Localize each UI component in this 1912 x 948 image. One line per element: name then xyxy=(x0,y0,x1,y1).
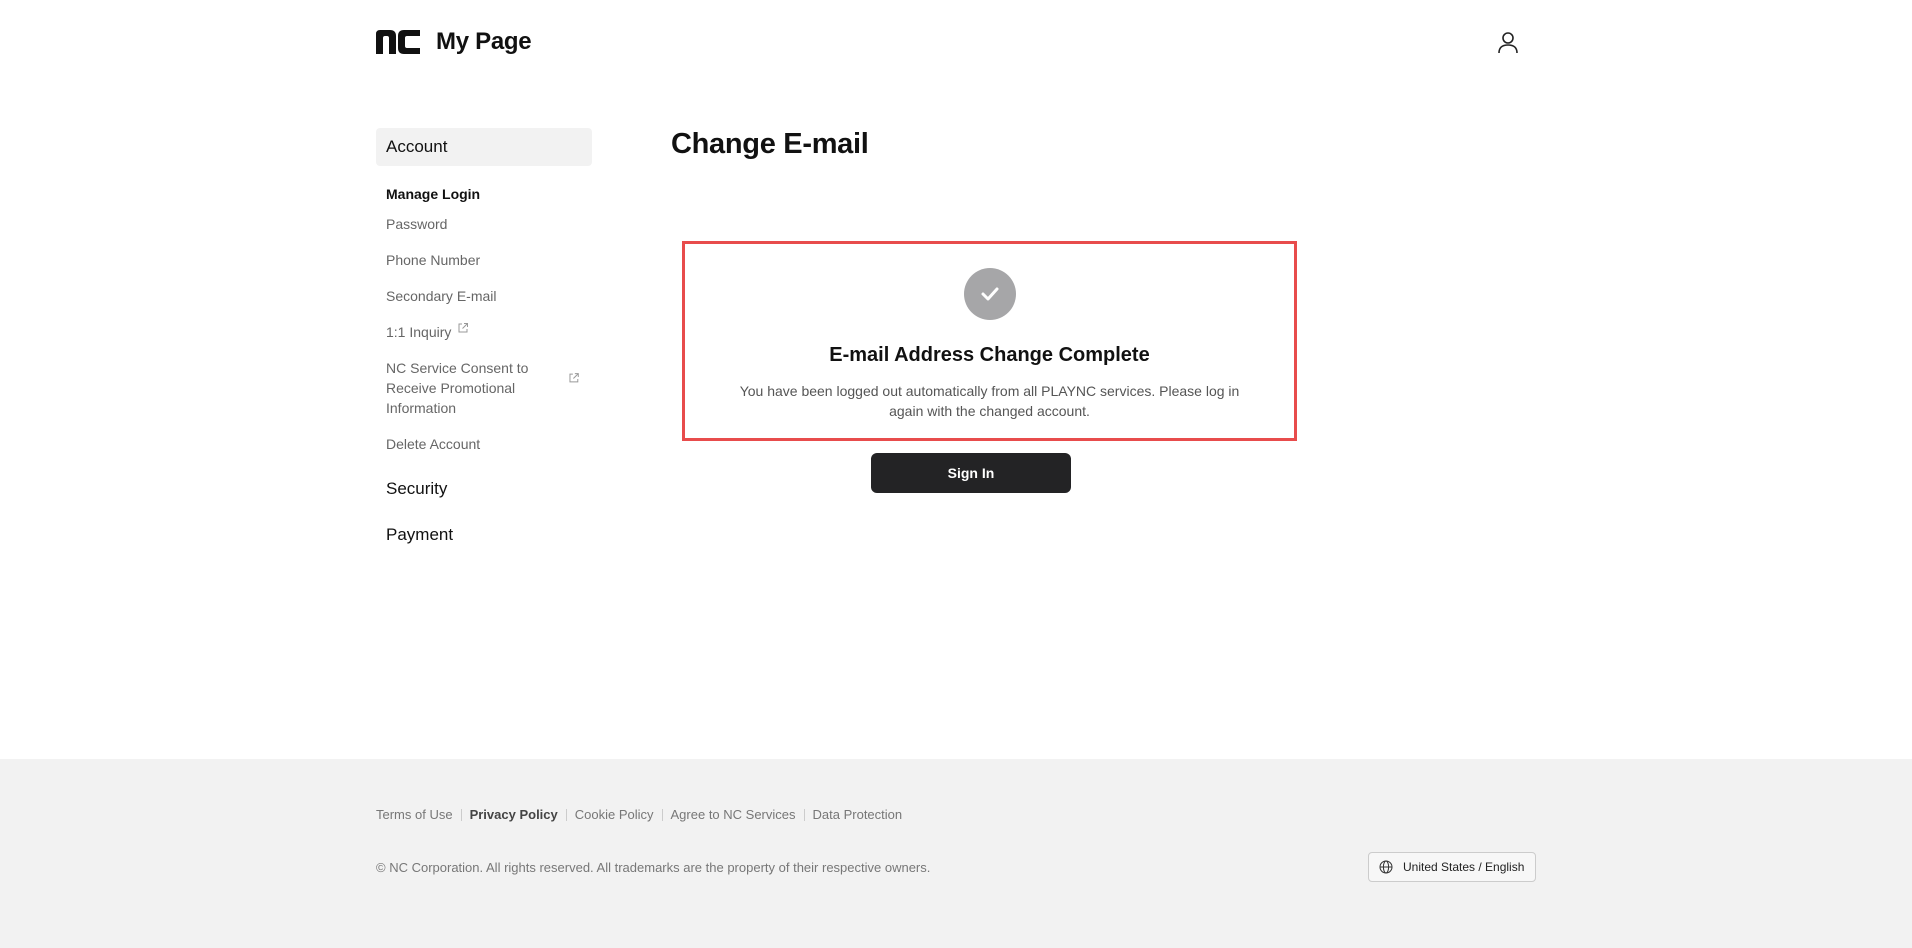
sidebar-item-label: Secondary E-mail xyxy=(386,288,497,304)
divider xyxy=(565,808,567,821)
sidebar-section-account[interactable]: Account xyxy=(376,128,592,166)
language-selector-button[interactable]: United States / English xyxy=(1368,852,1536,882)
nc-logo-icon xyxy=(376,30,420,54)
page-footer: Terms of Use Privacy Policy Cookie Polic… xyxy=(0,759,1912,948)
sidebar-item-secondary-email[interactable]: Secondary E-mail xyxy=(376,286,592,306)
sidebar-nav: Account Manage Login Password Phone Numb… xyxy=(376,128,592,554)
divider xyxy=(661,808,663,821)
footer-link-data-protection[interactable]: Data Protection xyxy=(813,807,903,822)
result-message: You have been logged out automatically f… xyxy=(739,383,1240,419)
page-title-my-page: My Page xyxy=(436,28,532,55)
footer-links: Terms of Use Privacy Policy Cookie Polic… xyxy=(376,807,902,822)
footer-link-cookie[interactable]: Cookie Policy xyxy=(575,807,654,822)
page-header: My Page xyxy=(376,24,1524,80)
result-panel: E-mail Address Change Complete You have … xyxy=(682,241,1297,441)
footer-link-agree[interactable]: Agree to NC Services xyxy=(671,807,796,822)
divider xyxy=(803,808,805,821)
external-link-icon xyxy=(569,373,580,383)
user-profile-button[interactable] xyxy=(1492,26,1524,58)
footer-link-privacy[interactable]: Privacy Policy xyxy=(470,807,558,822)
sign-in-button[interactable]: Sign In xyxy=(871,453,1071,493)
language-label: United States / English xyxy=(1403,860,1525,874)
page-heading: Change E-mail xyxy=(671,128,869,160)
sidebar-item-inquiry[interactable]: 1:1 Inquiry xyxy=(376,322,592,342)
logo[interactable]: My Page xyxy=(376,28,532,56)
sidebar-group-manage-login: Manage Login xyxy=(386,186,481,202)
sidebar-item-password[interactable]: Password xyxy=(376,214,592,234)
user-icon xyxy=(1498,32,1518,54)
globe-icon xyxy=(1379,860,1393,874)
sidebar-item-label: Delete Account xyxy=(386,436,481,452)
sidebar-section-payment[interactable]: Payment xyxy=(376,516,592,554)
sidebar-item-label: NC Service Consent to Receive Promotiona… xyxy=(386,360,529,416)
divider xyxy=(460,808,462,821)
footer-link-terms[interactable]: Terms of Use xyxy=(376,807,453,822)
result-title: E-mail Address Change Complete xyxy=(829,344,1150,366)
sidebar-item-label: Phone Number xyxy=(386,252,481,268)
sidebar-item-phone-number[interactable]: Phone Number xyxy=(376,250,592,270)
sidebar-item-promotional-consent[interactable]: NC Service Consent to Receive Promotiona… xyxy=(376,358,592,418)
sidebar-item-delete-account[interactable]: Delete Account xyxy=(376,434,592,454)
sidebar-section-security[interactable]: Security xyxy=(376,470,592,508)
sidebar-item-label: 1:1 Inquiry xyxy=(386,324,452,340)
check-circle-icon xyxy=(963,268,1016,320)
main-content: Change E-mail xyxy=(671,128,1371,161)
external-link-icon xyxy=(458,323,469,333)
copyright-text: © NC Corporation. All rights reserved. A… xyxy=(376,860,931,875)
sidebar-item-label: Password xyxy=(386,216,448,232)
